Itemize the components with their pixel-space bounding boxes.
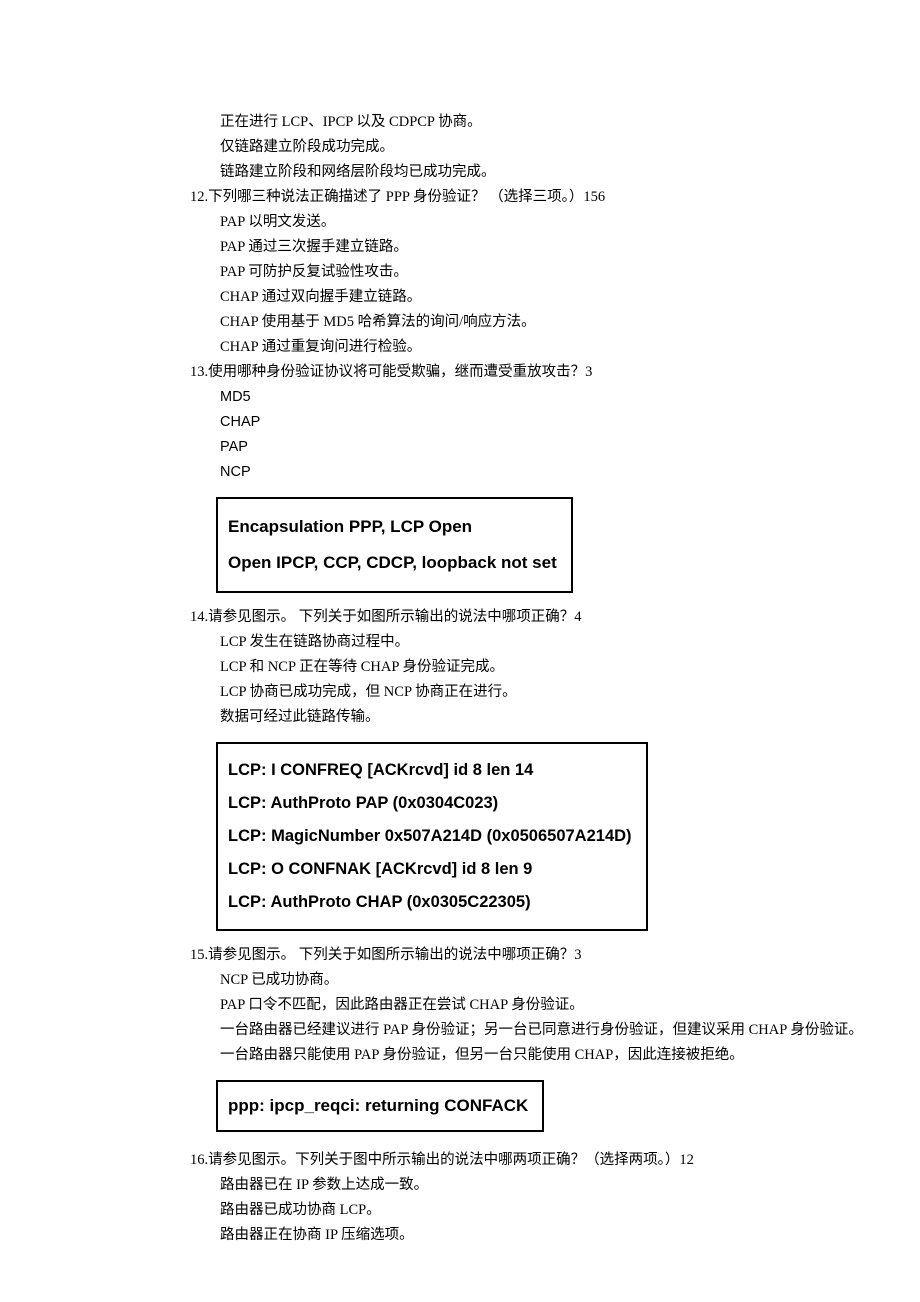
- q13-option: PAP: [220, 435, 920, 460]
- q13-title: 13.使用哪种身份验证协议将可能受欺骗，继而遭受重放攻击？3: [190, 360, 920, 385]
- q12-option: PAP 可防护反复试验性攻击。: [220, 260, 920, 285]
- output-box-3: ppp: ipcp_reqci: returning CONFACK: [216, 1080, 544, 1132]
- q15-option: 一台路由器已经建议进行 PAP 身份验证；另一台已同意进行身份验证，但建议采用 …: [220, 1018, 920, 1043]
- output-line: ppp: ipcp_reqci: returning CONFACK: [228, 1092, 528, 1120]
- q13-option: NCP: [220, 460, 920, 485]
- q15-option: NCP 已成功协商。: [220, 968, 920, 993]
- q14-option: LCP 和 NCP 正在等待 CHAP 身份验证完成。: [220, 655, 920, 680]
- q16-title: 16.请参见图示。下列关于图中所示输出的说法中哪两项正确？（选择两项。）12: [190, 1148, 920, 1173]
- output-line: Open IPCP, CCP, CDCP, loopback not set: [228, 545, 557, 581]
- q14-option: 数据可经过此链路传输。: [220, 705, 920, 730]
- output-box-2: LCP: I CONFREQ [ACKrcvd] id 8 len 14 LCP…: [216, 742, 648, 931]
- output-line: LCP: MagicNumber 0x507A214D (0x0506507A2…: [228, 820, 632, 853]
- q14-title: 14.请参见图示。 下列关于如图所示输出的说法中哪项正确？4: [190, 605, 920, 630]
- q15-title: 15.请参见图示。 下列关于如图所示输出的说法中哪项正确？3: [190, 943, 920, 968]
- q12-title: 12.下列哪三种说法正确描述了 PPP 身份验证？ （选择三项。）156: [190, 185, 920, 210]
- q12-option: CHAP 使用基于 MD5 哈希算法的询问/响应方法。: [220, 310, 920, 335]
- output-box-1: Encapsulation PPP, LCP Open Open IPCP, C…: [216, 497, 573, 593]
- q11-option: 链路建立阶段和网络层阶段均已成功完成。: [220, 160, 920, 185]
- document-page: 正在进行 LCP、IPCP 以及 CDPCP 协商。 仅链路建立阶段成功完成。 …: [0, 0, 920, 1248]
- q14-option: LCP 协商已成功完成，但 NCP 协商正在进行。: [220, 680, 920, 705]
- q12-option: PAP 以明文发送。: [220, 210, 920, 235]
- output-line: LCP: I CONFREQ [ACKrcvd] id 8 len 14: [228, 754, 632, 787]
- q11-option: 仅链路建立阶段成功完成。: [220, 135, 920, 160]
- q15-option: 一台路由器只能使用 PAP 身份验证，但另一台只能使用 CHAP，因此连接被拒绝…: [220, 1043, 920, 1068]
- q12-option: PAP 通过三次握手建立链路。: [220, 235, 920, 260]
- output-line: LCP: O CONFNAK [ACKrcvd] id 8 len 9: [228, 853, 632, 886]
- q16-option: 路由器已成功协商 LCP。: [220, 1198, 920, 1223]
- q16-option: 路由器正在协商 IP 压缩选项。: [220, 1223, 920, 1248]
- q13-option: CHAP: [220, 410, 920, 435]
- q12-option: CHAP 通过双向握手建立链路。: [220, 285, 920, 310]
- q16-option: 路由器已在 IP 参数上达成一致。: [220, 1173, 920, 1198]
- q13-option: MD5: [220, 385, 920, 410]
- q15-option: PAP 口令不匹配，因此路由器正在尝试 CHAP 身份验证。: [220, 993, 920, 1018]
- q14-option: LCP 发生在链路协商过程中。: [220, 630, 920, 655]
- output-line: LCP: AuthProto CHAP (0x0305C22305): [228, 886, 632, 919]
- output-line: LCP: AuthProto PAP (0x0304C023): [228, 787, 632, 820]
- output-line: Encapsulation PPP, LCP Open: [228, 509, 557, 545]
- q11-option: 正在进行 LCP、IPCP 以及 CDPCP 协商。: [220, 110, 920, 135]
- q12-option: CHAP 通过重复询问进行检验。: [220, 335, 920, 360]
